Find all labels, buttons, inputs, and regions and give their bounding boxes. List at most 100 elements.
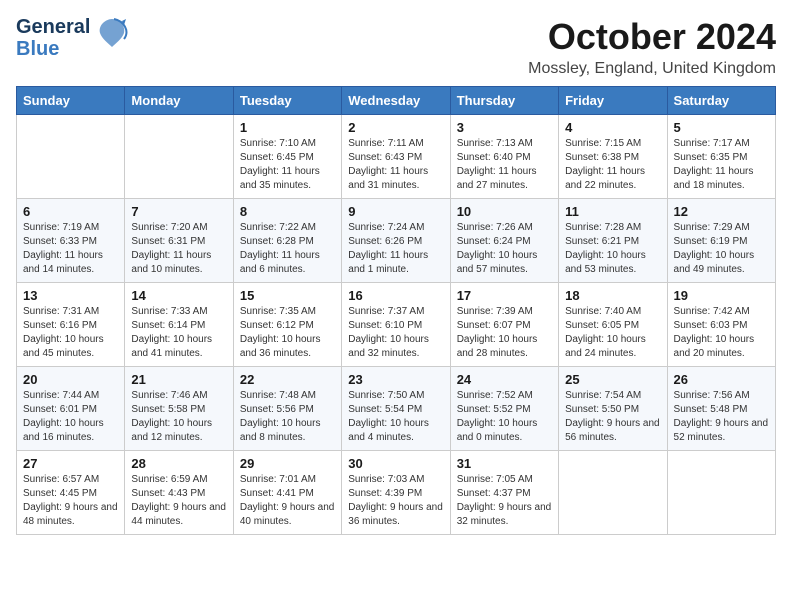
day-number: 5 [674,120,769,135]
logo-line2: Blue [16,38,90,60]
day-of-week-monday: Monday [125,87,233,115]
calendar-cell: 7 Sunrise: 7:20 AM Sunset: 6:31 PM Daylig… [125,199,233,283]
calendar-cell: 29Sunrise: 7:01 AM Sunset: 4:41 PM Dayli… [233,451,341,535]
day-info: Sunrise: 7:03 AM Sunset: 4:39 PM Dayligh… [348,473,443,529]
calendar-table: SundayMondayTuesdayWednesdayThursdayFrid… [16,86,776,535]
day-number: 10 [457,204,552,219]
day-info: Sunrise: 7:46 AM Sunset: 5:58 PM Dayligh… [131,389,226,445]
calendar-cell: 14Sunrise: 7:33 AM Sunset: 6:14 PM Dayli… [125,283,233,367]
calendar-cell: 27Sunrise: 6:57 AM Sunset: 4:45 PM Dayli… [17,451,125,535]
calendar-cell: 20Sunrise: 7:44 AM Sunset: 6:01 PM Dayli… [17,367,125,451]
day-number: 7 [131,204,226,219]
day-of-week-saturday: Saturday [667,87,775,115]
day-number: 15 [240,288,335,303]
day-info: Sunrise: 7:37 AM Sunset: 6:10 PM Dayligh… [348,305,443,361]
calendar-cell: 12 Sunrise: 7:29 AM Sunset: 6:19 PM Dayli… [667,199,775,283]
calendar-cell [559,451,667,535]
calendar-cell: 2Sunrise: 7:11 AM Sunset: 6:43 PM Daylig… [342,115,450,199]
day-info: Sunrise: 7:17 AM Sunset: 6:35 PM Dayligh… [674,137,769,193]
day-number: 8 [240,204,335,219]
calendar-cell: 24Sunrise: 7:52 AM Sunset: 5:52 PM Dayli… [450,367,558,451]
calendar-cell: 4 Sunrise: 7:15 AM Sunset: 6:38 PM Daylig… [559,115,667,199]
day-info: Sunrise: 7:15 AM Sunset: 6:38 PM Dayligh… [565,137,660,193]
day-info: Sunrise: 6:57 AM Sunset: 4:45 PM Dayligh… [23,473,118,529]
day-number: 26 [674,372,769,387]
calendar-cell [17,115,125,199]
calendar-cell [125,115,233,199]
location: Mossley, England, United Kingdom [528,60,776,78]
calendar-cell: 26 Sunrise: 7:56 AM Sunset: 5:48 PM Dayli… [667,367,775,451]
calendar-cell: 21 Sunrise: 7:46 AM Sunset: 5:58 PM Dayli… [125,367,233,451]
day-info: Sunrise: 7:42 AM Sunset: 6:03 PM Dayligh… [674,305,769,361]
calendar-cell: 6 Sunrise: 7:19 AM Sunset: 6:33 PM Daylig… [17,199,125,283]
day-number: 12 [674,204,769,219]
logo-line1: General [16,16,90,38]
calendar-cell: 1 Sunrise: 7:10 AM Sunset: 6:45 PM Daylig… [233,115,341,199]
calendar-week-row: 27Sunrise: 6:57 AM Sunset: 4:45 PM Dayli… [17,451,776,535]
calendar-header-row: SundayMondayTuesdayWednesdayThursdayFrid… [17,87,776,115]
day-number: 9 [348,204,443,219]
day-of-week-wednesday: Wednesday [342,87,450,115]
day-info: Sunrise: 7:39 AM Sunset: 6:07 PM Dayligh… [457,305,552,361]
calendar-cell: 31Sunrise: 7:05 AM Sunset: 4:37 PM Dayli… [450,451,558,535]
month-title: October 2024 [528,16,776,58]
calendar-week-row: 1 Sunrise: 7:10 AM Sunset: 6:45 PM Daylig… [17,115,776,199]
calendar-cell: 19 Sunrise: 7:42 AM Sunset: 6:03 PM Dayli… [667,283,775,367]
day-number: 20 [23,372,118,387]
day-info: Sunrise: 7:10 AM Sunset: 6:45 PM Dayligh… [240,137,335,193]
calendar-cell: 17Sunrise: 7:39 AM Sunset: 6:07 PM Dayli… [450,283,558,367]
calendar-cell: 28 Sunrise: 6:59 AM Sunset: 4:43 PM Dayli… [125,451,233,535]
day-info: Sunrise: 7:11 AM Sunset: 6:43 PM Dayligh… [348,137,443,193]
day-number: 24 [457,372,552,387]
calendar-week-row: 6 Sunrise: 7:19 AM Sunset: 6:33 PM Daylig… [17,199,776,283]
day-number: 19 [674,288,769,303]
day-of-week-thursday: Thursday [450,87,558,115]
calendar-cell: 3 Sunrise: 7:13 AM Sunset: 6:40 PM Daylig… [450,115,558,199]
logo: General Blue [16,16,128,60]
day-number: 21 [131,372,226,387]
day-of-week-friday: Friday [559,87,667,115]
day-info: Sunrise: 7:54 AM Sunset: 5:50 PM Dayligh… [565,389,660,445]
day-info: Sunrise: 7:13 AM Sunset: 6:40 PM Dayligh… [457,137,552,193]
day-info: Sunrise: 7:31 AM Sunset: 6:16 PM Dayligh… [23,305,118,361]
calendar-cell: 22Sunrise: 7:48 AM Sunset: 5:56 PM Dayli… [233,367,341,451]
calendar-cell: 16 Sunrise: 7:37 AM Sunset: 6:10 PM Dayli… [342,283,450,367]
calendar-cell: 25 Sunrise: 7:54 AM Sunset: 5:50 PM Dayli… [559,367,667,451]
calendar-cell: 15 Sunrise: 7:35 AM Sunset: 6:12 PM Dayli… [233,283,341,367]
calendar-cell: 9 Sunrise: 7:24 AM Sunset: 6:26 PM Daylig… [342,199,450,283]
day-number: 29 [240,456,335,471]
day-info: Sunrise: 7:28 AM Sunset: 6:21 PM Dayligh… [565,221,660,277]
day-number: 16 [348,288,443,303]
day-number: 23 [348,372,443,387]
calendar-cell: 5 Sunrise: 7:17 AM Sunset: 6:35 PM Daylig… [667,115,775,199]
day-number: 28 [131,456,226,471]
day-info: Sunrise: 7:19 AM Sunset: 6:33 PM Dayligh… [23,221,118,277]
calendar-cell: 8 Sunrise: 7:22 AM Sunset: 6:28 PM Daylig… [233,199,341,283]
day-info: Sunrise: 7:24 AM Sunset: 6:26 PM Dayligh… [348,221,443,277]
day-number: 4 [565,120,660,135]
day-number: 30 [348,456,443,471]
calendar-cell: 11Sunrise: 7:28 AM Sunset: 6:21 PM Dayli… [559,199,667,283]
day-info: Sunrise: 7:35 AM Sunset: 6:12 PM Dayligh… [240,305,335,361]
calendar-cell: 23 Sunrise: 7:50 AM Sunset: 5:54 PM Dayli… [342,367,450,451]
day-info: Sunrise: 7:50 AM Sunset: 5:54 PM Dayligh… [348,389,443,445]
day-info: Sunrise: 6:59 AM Sunset: 4:43 PM Dayligh… [131,473,226,529]
day-info: Sunrise: 7:56 AM Sunset: 5:48 PM Dayligh… [674,389,769,445]
calendar-week-row: 13 Sunrise: 7:31 AM Sunset: 6:16 PM Dayli… [17,283,776,367]
day-info: Sunrise: 7:26 AM Sunset: 6:24 PM Dayligh… [457,221,552,277]
day-number: 1 [240,120,335,135]
page-header: General Blue October 2024 Mossley, Engla… [16,16,776,78]
day-number: 6 [23,204,118,219]
day-info: Sunrise: 7:20 AM Sunset: 6:31 PM Dayligh… [131,221,226,277]
day-number: 25 [565,372,660,387]
day-of-week-sunday: Sunday [17,87,125,115]
calendar-cell: 30 Sunrise: 7:03 AM Sunset: 4:39 PM Dayli… [342,451,450,535]
day-info: Sunrise: 7:33 AM Sunset: 6:14 PM Dayligh… [131,305,226,361]
day-info: Sunrise: 7:29 AM Sunset: 6:19 PM Dayligh… [674,221,769,277]
day-info: Sunrise: 7:48 AM Sunset: 5:56 PM Dayligh… [240,389,335,445]
calendar-cell: 10 Sunrise: 7:26 AM Sunset: 6:24 PM Dayli… [450,199,558,283]
day-number: 3 [457,120,552,135]
day-info: Sunrise: 7:22 AM Sunset: 6:28 PM Dayligh… [240,221,335,277]
day-number: 13 [23,288,118,303]
title-block: October 2024 Mossley, England, United Ki… [528,16,776,78]
